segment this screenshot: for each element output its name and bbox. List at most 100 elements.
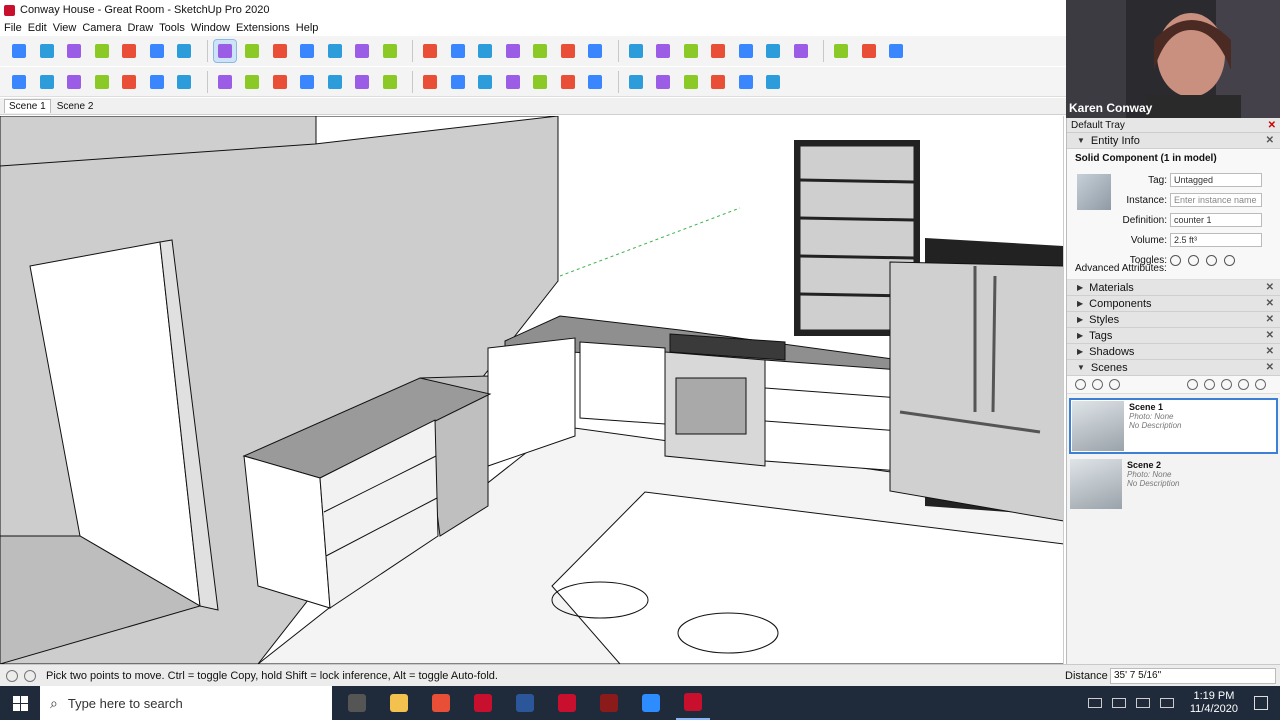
- outliner-tool-button[interactable]: [885, 40, 907, 62]
- scenes-close-icon[interactable]: ✕: [1266, 362, 1274, 373]
- line-tool-button[interactable]: [63, 40, 85, 62]
- info-icon[interactable]: [24, 669, 36, 682]
- battery-icon[interactable]: [1135, 698, 1150, 708]
- update-scene-icon[interactable]: [1075, 379, 1086, 390]
- pencil-tool-button[interactable]: [8, 71, 30, 93]
- subtract-tool-button[interactable]: [474, 71, 496, 93]
- freehand-tool-button[interactable]: [36, 71, 58, 93]
- outer-shell-tool-button[interactable]: [379, 71, 401, 93]
- move-tool-button[interactable]: [212, 39, 237, 63]
- menu-view[interactable]: View: [53, 22, 83, 34]
- shadow-tool-button[interactable]: [830, 40, 852, 62]
- taskbar-word[interactable]: [508, 686, 542, 720]
- match-photo-tool-button[interactable]: [707, 71, 729, 93]
- 3d-text-tool-button[interactable]: [351, 71, 373, 93]
- model-viewport[interactable]: [0, 116, 1064, 664]
- home-tool-button[interactable]: [858, 40, 880, 62]
- style-tool-button[interactable]: [790, 40, 812, 62]
- zoom-tool-button[interactable]: [447, 40, 469, 62]
- remove-scene-icon[interactable]: [1109, 379, 1120, 390]
- paint-bucket-tool-button[interactable]: [351, 40, 373, 62]
- panel-close-icon[interactable]: ✕: [1266, 282, 1274, 293]
- details-icon[interactable]: [1238, 379, 1249, 390]
- eraser-tool-button[interactable]: [36, 40, 58, 62]
- rectangle-tool-button[interactable]: [118, 40, 140, 62]
- panel-scenes[interactable]: ▼ Scenes ✕: [1067, 360, 1280, 376]
- circle-tool-button[interactable]: [91, 71, 113, 93]
- zoom-extents-tool-button[interactable]: [474, 40, 496, 62]
- expand-icon[interactable]: [1255, 379, 1266, 390]
- scene-card-2[interactable]: Scene 2 Photo: None No Description: [1069, 458, 1278, 514]
- entity-info-close-icon[interactable]: ✕: [1266, 135, 1274, 146]
- trim-tool-button[interactable]: [502, 71, 524, 93]
- sound-tool-button[interactable]: [652, 71, 674, 93]
- pan-tool-button[interactable]: [419, 40, 441, 62]
- panel-entity-info[interactable]: ▼ Entity Info ✕: [1067, 133, 1280, 149]
- menu-camera[interactable]: Camera: [82, 22, 127, 34]
- warehouse-tool-button[interactable]: [502, 40, 524, 62]
- cart-tool-button[interactable]: [762, 71, 784, 93]
- panel-shadows[interactable]: ▶ Shadows ✕: [1067, 344, 1280, 360]
- receive-shadow-icon[interactable]: [1206, 255, 1217, 266]
- solid-tool-button[interactable]: [735, 40, 757, 62]
- panel-styles[interactable]: ▶ Styles ✕: [1067, 312, 1280, 328]
- distance-input[interactable]: 35' 7 5/16": [1110, 667, 1276, 684]
- select-tool-button[interactable]: [8, 40, 30, 62]
- position-camera-tool-button[interactable]: [625, 40, 647, 62]
- component-thumbnail[interactable]: [1077, 174, 1111, 210]
- orbit-tool-button[interactable]: [379, 40, 401, 62]
- protractor-tool-button[interactable]: [269, 71, 291, 93]
- taskbar-autocad[interactable]: [550, 686, 584, 720]
- scene-tab-1[interactable]: Scene 1: [4, 99, 51, 113]
- clock[interactable]: 1:19 PM 11/4/2020: [1190, 690, 1238, 716]
- polygon-tool-button[interactable]: [63, 71, 85, 93]
- taskbar-task-view[interactable]: [340, 686, 374, 720]
- rotate-tool-button[interactable]: [241, 40, 263, 62]
- dimension-tool-button[interactable]: [324, 71, 346, 93]
- split-tool-button[interactable]: [529, 71, 551, 93]
- push-pull-tool-button[interactable]: [146, 40, 168, 62]
- 3pt-arc-tool-button[interactable]: [173, 71, 195, 93]
- follow-me-tool-button[interactable]: [173, 40, 195, 62]
- panel-close-icon[interactable]: ✕: [1266, 314, 1274, 325]
- pie-tool-button[interactable]: [118, 71, 140, 93]
- text-tool-button[interactable]: [324, 40, 346, 62]
- definition-input[interactable]: counter 1: [1170, 213, 1262, 227]
- taskbar-file-explorer[interactable]: [382, 686, 416, 720]
- ruby-tool-button[interactable]: [584, 40, 606, 62]
- advanced-attributes[interactable]: Advanced Attributes:: [1075, 263, 1167, 274]
- move-up-icon[interactable]: [1187, 379, 1198, 390]
- menu-tools[interactable]: Tools: [159, 22, 191, 34]
- tag-select[interactable]: Untagged: [1170, 173, 1262, 187]
- sandbox-tool-button[interactable]: [557, 40, 579, 62]
- taskbar-chrome[interactable]: [424, 686, 458, 720]
- instance-input[interactable]: Enter instance name: [1170, 193, 1262, 207]
- taskbar-zoom[interactable]: [634, 686, 668, 720]
- panel-components[interactable]: ▶ Components ✕: [1067, 296, 1280, 312]
- arc-tool-button[interactable]: [91, 40, 113, 62]
- union-tool-button[interactable]: [447, 71, 469, 93]
- menu-extensions[interactable]: Extensions: [236, 22, 296, 34]
- chevron-up-icon[interactable]: [1087, 698, 1102, 708]
- taskbar-search[interactable]: ⌕ Type here to search: [40, 686, 332, 720]
- panel-close-icon[interactable]: ✕: [1266, 330, 1274, 341]
- cast-shadow-icon[interactable]: [1224, 255, 1235, 266]
- offset-tool-button[interactable]: [241, 71, 263, 93]
- notification-icon[interactable]: [1254, 696, 1268, 710]
- scale-tool-button[interactable]: [269, 40, 291, 62]
- tray-close-icon[interactable]: ✕: [1268, 120, 1276, 131]
- taskbar-sketchup[interactable]: [676, 686, 710, 720]
- panel-materials[interactable]: ▶ Materials ✕: [1067, 280, 1280, 296]
- scene-tab-2[interactable]: Scene 2: [53, 100, 98, 113]
- add-scene-icon[interactable]: [1092, 379, 1103, 390]
- taskbar-app-red[interactable]: [592, 686, 626, 720]
- group-tool-button[interactable]: [707, 40, 729, 62]
- menu-window[interactable]: Window: [191, 22, 236, 34]
- component-tool-button[interactable]: [680, 40, 702, 62]
- walk-tool-button[interactable]: [557, 71, 579, 93]
- tape-measure-tool-button[interactable]: [296, 40, 318, 62]
- menu-edit[interactable]: Edit: [28, 22, 53, 34]
- extension-warehouse-tool-button[interactable]: [529, 40, 551, 62]
- scene-card-1[interactable]: Scene 1 Photo: None No Description: [1069, 398, 1278, 454]
- panel-tags[interactable]: ▶ Tags ✕: [1067, 328, 1280, 344]
